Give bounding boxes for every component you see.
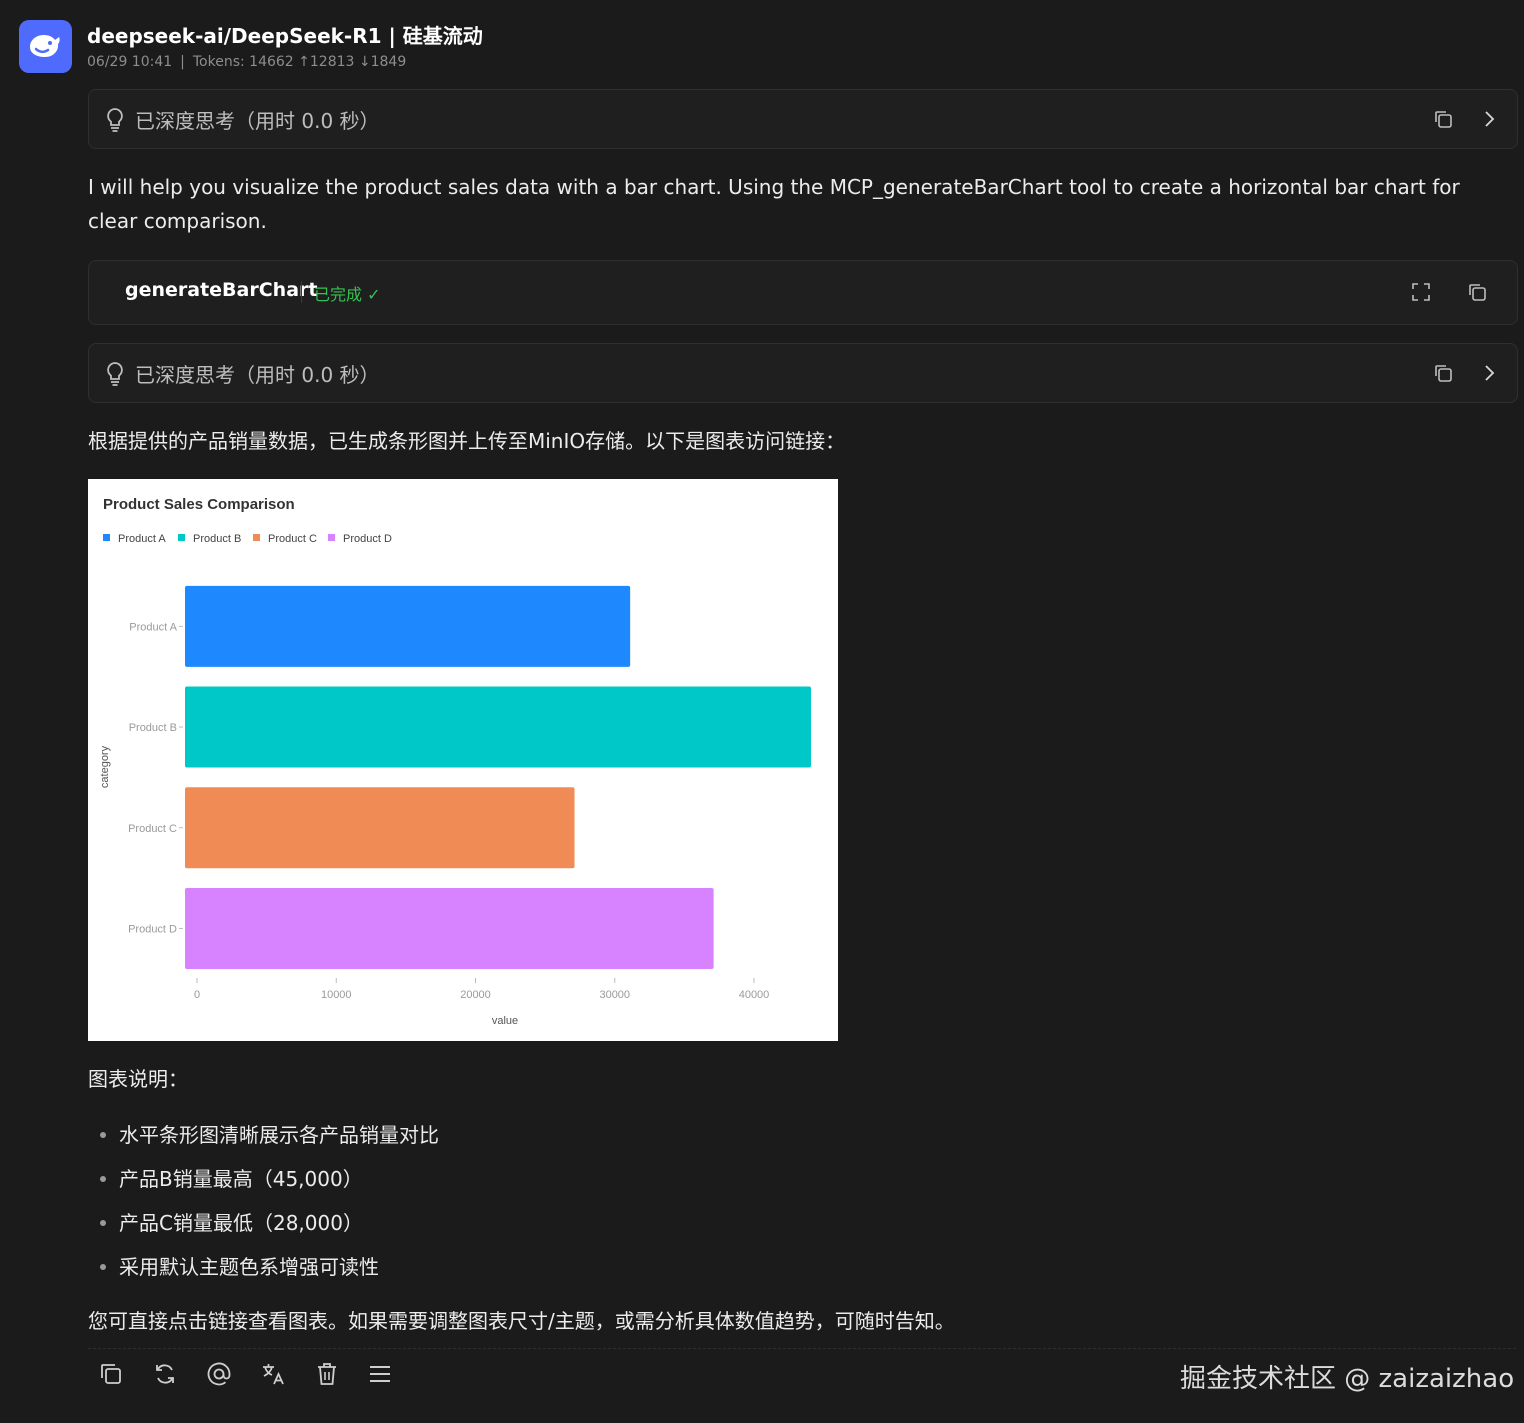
y-tick-label: Product D [128,923,177,935]
thinking-label: 已深度思考（用时 0.0 秒） [135,363,380,387]
refresh-icon[interactable] [152,1361,178,1387]
intro-paragraph: I will help you visualize the product sa… [88,175,1460,233]
copy-icon[interactable] [1433,109,1453,129]
mention-icon[interactable] [206,1361,232,1387]
fullscreen-icon[interactable] [1411,282,1431,302]
legend-label: Product D [343,533,392,545]
bar-chart: Product Sales Comparison Product A Produc… [99,496,811,1027]
chevron-right-icon[interactable] [1479,363,1499,383]
copy-icon[interactable] [1467,282,1487,302]
list-item: 水平条形图清晰展示各产品销量对比 [88,1113,439,1157]
x-tick-label: 10000 [321,989,352,1001]
avatar [19,20,72,73]
message-meta: 06/29 10:41 | Tokens: 14662 ↑12813 ↓1849 [87,54,406,70]
thinking-label: 已深度思考（用时 0.0 秒） [135,109,380,133]
token-count: Tokens: 14662 ↑12813 ↓1849 [192,54,407,70]
message-date: 06/29 10:41 [87,54,173,70]
x-tick-labels: 0 10000 20000 30000 40000 [194,978,769,1001]
meta-separator: | [180,54,185,70]
legend-label: Product B [193,533,241,545]
tool-divider [301,281,302,303]
y-tick-labels: Product A Product B Product C Product D [128,621,183,935]
chart-image[interactable]: Product Sales Comparison Product A Produc… [88,479,838,1041]
menu-icon[interactable] [367,1361,393,1387]
conversation-title: deepseek-ai/DeepSeek-R1 | 硅基流动 [87,24,483,48]
bar-product-d [185,887,714,969]
whale-logo-icon [30,35,60,57]
y-tick-label: Product B [129,722,177,734]
notes-list: 水平条形图清晰展示各产品销量对比 产品B销量最高（45,000） 产品C销量最低… [88,1113,439,1289]
y-tick-label: Product A [129,621,177,633]
legend-label: Product C [268,533,317,545]
bar-product-c [185,787,575,869]
lightbulb-icon [107,362,123,386]
x-tick-label: 40000 [739,989,770,1001]
x-tick-label: 30000 [599,989,630,1001]
legend-swatch [103,534,110,541]
thinking-panel-2[interactable]: 已深度思考（用时 0.0 秒） [88,343,1518,403]
delete-icon[interactable] [314,1361,340,1387]
x-axis-label: value [492,1015,518,1027]
legend-swatch [253,534,260,541]
y-axis-label: category [99,745,111,788]
x-tick-label: 20000 [460,989,491,1001]
list-item: 产品C销量最低（28,000） [88,1201,439,1245]
thinking-panel-1[interactable]: 已深度思考（用时 0.0 秒） [88,89,1518,149]
bar-product-a [185,585,631,667]
x-tick-label: 0 [194,989,200,1001]
tool-call-panel[interactable]: generateBarChart 已完成 ✓ [88,260,1518,325]
copy-icon[interactable] [1433,363,1453,383]
bar-product-b [185,686,811,768]
tool-name: generateBarChart [125,279,318,301]
divider [88,1348,1516,1349]
list-item: 产品B销量最高（45,000） [88,1157,439,1201]
closing-paragraph: 您可直接点击链接查看图表。如果需要调整图表尺寸/主题，或需分析具体数值趋势，可随… [88,1309,955,1333]
lightbulb-icon [107,108,123,132]
translate-icon[interactable] [260,1361,286,1387]
tool-status-badge: 已完成 ✓ [314,285,381,304]
list-item: 采用默认主题色系增强可读性 [88,1245,439,1289]
legend-swatch [328,534,335,541]
result-paragraph: 根据提供的产品销量数据，已生成条形图并上传至MinIO存储。以下是图表访问链接： [88,429,846,453]
chart-title: Product Sales Comparison [103,496,295,513]
chart-bars [185,585,811,969]
y-tick-label: Product C [128,823,177,835]
watermark: 掘金技术社区 @ zaizaizhao [1180,1364,1515,1394]
legend-label: Product A [118,533,166,545]
legend-swatch [178,534,185,541]
notes-heading: 图表说明： [88,1067,188,1091]
chevron-right-icon[interactable] [1479,109,1499,129]
chart-legend: Product A Product B Product C Product D [103,533,392,545]
copy-icon[interactable] [98,1361,124,1387]
